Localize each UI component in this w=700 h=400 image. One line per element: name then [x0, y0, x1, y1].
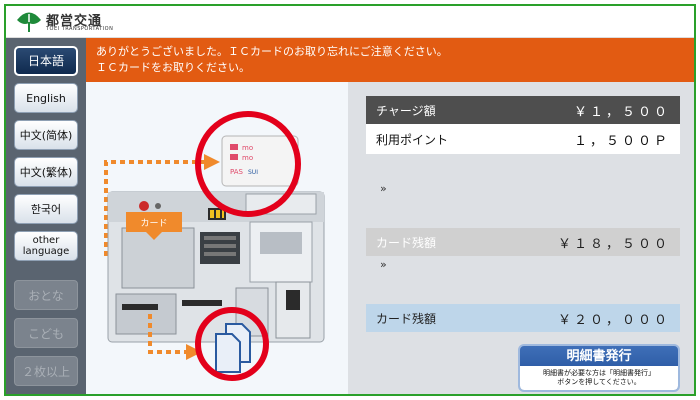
other-language-line2: language [22, 246, 70, 257]
banner-line-2: ＩＣカードをお取りください。 [96, 61, 250, 74]
charge-amount-value: ￥１，５００ [573, 104, 670, 120]
points-used-label: 利用ポイント [376, 132, 449, 147]
toei-ginkgo-logo-icon [17, 12, 41, 32]
charge-amount-row: チャージ額 ￥１，５００ [366, 96, 680, 124]
svg-text:SUI: SUI [248, 169, 258, 176]
points-used-row: 利用ポイント １，５００Ｐ [366, 124, 680, 154]
charge-amount-label: チャージ額 [376, 103, 436, 118]
language-button-english[interactable]: English [14, 83, 78, 113]
ticket-machine-screen: 都営交通 TOEI TRANSPORTATION 日本語 English 中文(… [4, 4, 696, 396]
machine-illustration-panel: カード mo mo PAS SUI [86, 82, 348, 394]
org-name-en: TOEI TRANSPORTATION [46, 26, 114, 32]
ticket-machine-illustration: カード mo mo PAS SUI [104, 111, 325, 381]
language-button-chinese-simplified[interactable]: 中文(简体) [14, 120, 78, 150]
banner-line-1: ありがとうございました。ＩＣカードのお取り忘れにご注意ください。 [96, 45, 448, 58]
issue-receipt-note: 明細書が必要な方は「明細書発行」 ボタンを押してください。 [520, 366, 678, 390]
child-button: こども [14, 318, 78, 348]
balance-before-value: ￥１８，５００ [557, 236, 670, 252]
header: 都営交通 TOEI TRANSPORTATION [6, 6, 694, 38]
svg-text:PAS: PAS [230, 168, 244, 176]
points-used-value: １，５００Ｐ [573, 133, 670, 149]
other-language-line1: other [32, 235, 60, 246]
language-button-chinese-traditional[interactable]: 中文(繁体) [14, 157, 78, 187]
card-arrow-head [204, 154, 220, 170]
balance-after-label: カード残額 [376, 311, 437, 326]
ic-card-illustration: mo mo PAS SUI [221, 135, 299, 187]
balance-before-row: カード残額 ￥１８，５００ [366, 228, 680, 256]
language-button-korean[interactable]: 한국어 [14, 194, 78, 224]
language-button-other[interactable]: other language [14, 231, 78, 261]
multiple-tickets-button: ２枚以上 [14, 356, 78, 386]
balance-after-value: ￥２０，０００ [557, 312, 670, 328]
language-sidebar: 日本語 English 中文(简体) 中文(繁体) 한국어 other lang… [6, 38, 86, 394]
chevron-down-icon: » [380, 258, 387, 271]
transaction-summary-panel: チャージ額 ￥１，５００ 利用ポイント １，５００Ｐ » カード残額 ￥１８，５… [348, 82, 694, 394]
card-slot-label: カード [140, 218, 167, 229]
message-banner: ありがとうございました。ＩＣカードのお取り忘れにご注意ください。 ＩＣカードをお… [86, 38, 694, 82]
svg-text:mo: mo [242, 144, 253, 152]
issue-receipt-button[interactable]: 明細書発行 明細書が必要な方は「明細書発行」 ボタンを押してください。 [518, 344, 680, 392]
balance-after-row: カード残額 ￥２０，０００ [366, 304, 680, 332]
svg-text:mo: mo [242, 154, 253, 162]
language-button-japanese[interactable]: 日本語 [14, 46, 78, 76]
chevron-down-icon: » [380, 182, 387, 195]
adult-button: おとな [14, 280, 78, 310]
issue-receipt-label: 明細書発行 [566, 349, 632, 364]
balance-before-label: カード残額 [376, 235, 437, 250]
